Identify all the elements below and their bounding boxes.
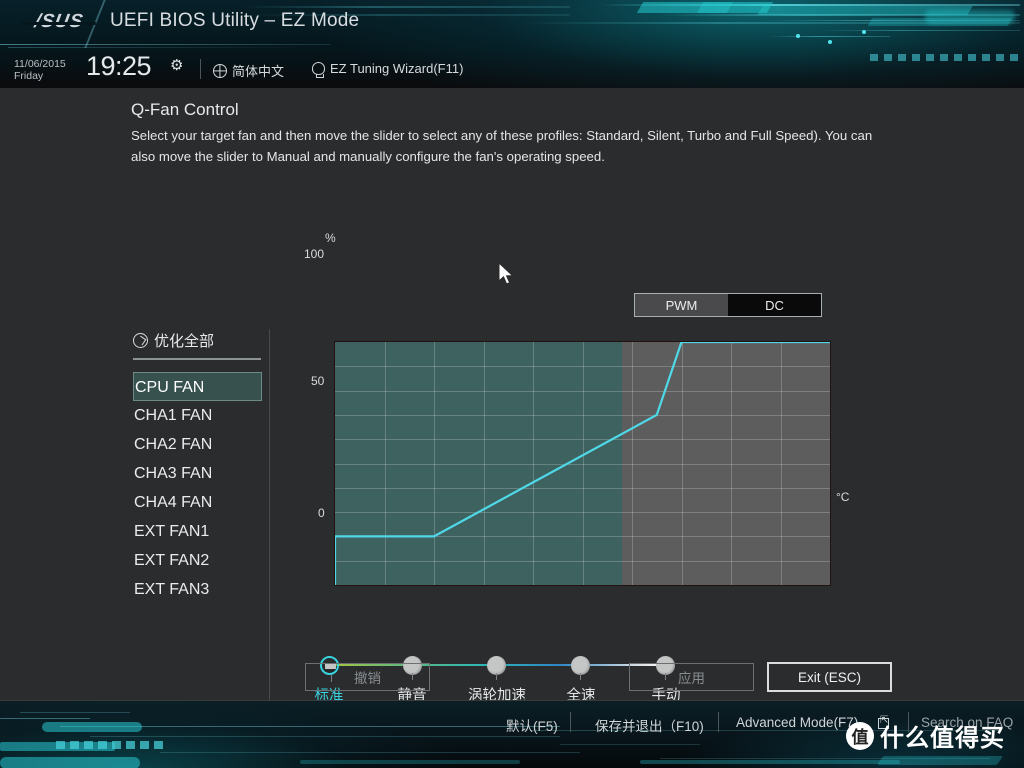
bios-ez-mode-screen: /SUS UEFI BIOS Utility – EZ Mode 11/06/2… [0,0,1024,768]
footer-top-border [0,700,1024,701]
y-tick-50: 50 [311,374,325,388]
y-tick-0: 0 [318,506,325,520]
chart-curve [335,342,830,585]
chart-plot-area[interactable] [334,341,831,586]
weekday-text: Friday [14,70,44,82]
watermark-text: 什么值得买 [880,725,1005,752]
ez-tuning-wizard-button[interactable]: EZ Tuning Wizard(F11) [312,61,464,78]
page-title-header: UEFI BIOS Utility – EZ Mode [110,10,360,31]
undo-button[interactable]: 撤销 [305,663,430,691]
asus-logo: /SUS [20,10,98,34]
apply-button[interactable]: 应用 [629,663,754,691]
header-underline [0,44,330,45]
exit-button[interactable]: Exit (ESC) [767,662,892,692]
watermark-badge: 值 [846,721,874,750]
watermark: 值 什么值得买 [846,718,1005,753]
wizard-label: EZ Tuning Wizard(F11) [330,61,464,76]
date-text: 11/06/2015 [14,58,66,70]
language-label: 简体中文 [232,64,285,79]
lightbulb-icon [312,62,325,78]
footer-save-exit-button[interactable]: 保存并退出（F10) [595,715,704,735]
app-header: /SUS UEFI BIOS Utility – EZ Mode 11/06/2… [0,0,1024,88]
clock-text: 19:25 [86,51,152,81]
slider-node-turbo[interactable] [487,656,506,680]
footer-default-button[interactable]: 默认(F5) [506,715,558,735]
fan-curve-chart: % °C 100 50 0 30 70 100 [0,88,1024,700]
gear-icon[interactable]: ⚙ [170,56,183,74]
language-selector[interactable]: 简体中文 [213,61,284,80]
x-axis-unit: °C [836,490,850,504]
footer-advanced-mode-button[interactable]: Advanced Mode(F7) [736,715,858,730]
y-tick-100: 100 [304,247,325,261]
globe-icon [213,63,227,78]
header-info-bar: 11/06/2015 Friday 19:25 ⚙ 简体中文 EZ Tuning… [0,51,1024,88]
header-underline-secondary [8,47,308,48]
slider-node-fullspeed[interactable] [571,656,590,680]
main-content: Q-Fan Control Select your target fan and… [0,88,1024,710]
date-block: 11/06/2015 Friday [14,58,66,82]
mouse-cursor [498,262,514,285]
y-axis-unit: % [325,231,336,245]
